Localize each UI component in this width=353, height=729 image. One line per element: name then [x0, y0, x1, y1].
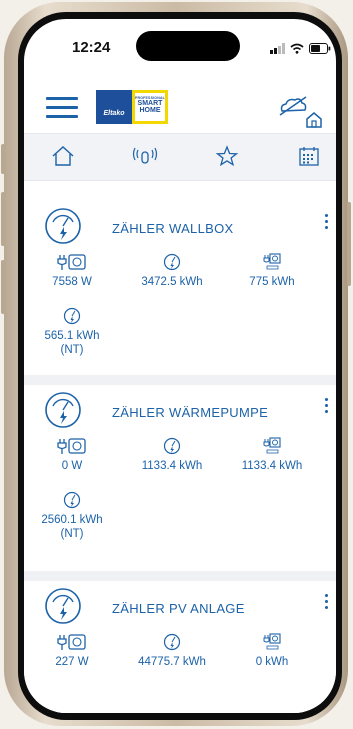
mute-switch	[1, 144, 5, 174]
meter-box-icon	[263, 253, 281, 270]
metric-energy-nt: 2560.1 kWh (NT)	[32, 491, 112, 541]
meter-box-icon	[263, 437, 281, 454]
metric-value: 0 W	[61, 460, 83, 472]
card-title: ZÄHLER WÄRMEPUMPE	[112, 405, 269, 420]
more-options-button[interactable]	[324, 594, 330, 614]
signal-icon	[270, 41, 286, 59]
plug-meter-icon	[57, 254, 86, 270]
more-options-button[interactable]	[324, 398, 330, 418]
more-options-button[interactable]	[324, 214, 330, 234]
status-time: 12:24	[72, 39, 111, 56]
smart-home-logo: PROFESSIONAL SMART HOME	[132, 90, 168, 124]
cloud-offline-icon[interactable]	[276, 93, 326, 129]
metric-energy: 44775.7 kWh	[132, 633, 212, 669]
card-separator	[24, 375, 336, 385]
tab-favorites[interactable]	[214, 144, 240, 168]
metric-energy: 3472.5 kWh	[132, 253, 212, 289]
electric-meter-icon	[45, 588, 81, 624]
app-header: Eltako PROFESSIONAL SMART HOME	[24, 67, 336, 133]
metric-meter: 1133.4 kWh	[232, 437, 312, 473]
plug-meter-icon	[57, 634, 86, 650]
power-button	[347, 202, 351, 286]
battery-icon	[308, 41, 331, 59]
home-icon	[52, 146, 74, 166]
metric-value: 227 W	[55, 656, 89, 668]
logo-line-smart: SMART	[137, 100, 163, 107]
calendar-icon	[299, 147, 319, 166]
metric-value: 2560.1 kWh (NT)	[41, 514, 103, 540]
header-icons	[276, 93, 326, 129]
home-small-icon	[306, 112, 322, 128]
metric-energy-nt: 565.1 kWh (NT)	[32, 307, 112, 357]
tab-calendar[interactable]	[296, 144, 322, 168]
tab-bar	[24, 133, 336, 181]
meter-box-icon	[263, 633, 281, 650]
gauge-icon	[163, 253, 181, 271]
dynamic-island	[136, 31, 240, 61]
gauge-icon	[163, 437, 181, 455]
volume-up-button	[1, 192, 5, 246]
metric-value: 1133.4 kWh	[241, 460, 303, 472]
meter-card-wallbox[interactable]: ZÄHLER WALLBOX 7558 W 3472.5 kWh 775 kWh…	[24, 181, 336, 365]
metric-value: 565.1 kWh (NT)	[44, 330, 100, 356]
metric-value: 44775.7 kWh	[138, 656, 206, 668]
volume-down-button	[1, 260, 5, 314]
gauge-icon	[63, 491, 81, 509]
tab-home[interactable]	[50, 144, 76, 168]
meter-card-pv[interactable]: ZÄHLER PV ANLAGE 227 W 44775.7 kWh 0 kWh	[24, 581, 336, 713]
card-title: ZÄHLER WALLBOX	[112, 221, 234, 236]
status-icons	[270, 41, 331, 54]
menu-button[interactable]	[46, 97, 78, 119]
wifi-icon	[290, 41, 305, 59]
meter-card-heatpump[interactable]: ZÄHLER WÄRMEPUMPE 0 W 1133.4 kWh 1133.4 …	[24, 385, 336, 571]
eltako-logo: Eltako	[96, 90, 132, 124]
metric-value: 3472.5 kWh	[141, 276, 203, 288]
electric-meter-icon	[45, 392, 81, 428]
gauge-icon	[163, 633, 181, 651]
plug-meter-icon	[57, 438, 86, 454]
metric-energy: 1133.4 kWh	[132, 437, 212, 473]
metric-power: 0 W	[32, 437, 112, 473]
metric-power: 7558 W	[32, 253, 112, 289]
metric-value: 775 kWh	[249, 276, 295, 288]
metric-value: 1133.4 kWh	[141, 460, 203, 472]
card-separator	[24, 571, 336, 581]
metric-value: 7558 W	[52, 276, 92, 288]
app-screen: 12:24 Eltako PROFESSIONAL SMART HOME ZÄH…	[24, 19, 336, 713]
gauge-icon	[63, 307, 81, 325]
card-title: ZÄHLER PV ANLAGE	[112, 601, 245, 616]
metric-power: 227 W	[32, 633, 112, 669]
tab-sensors[interactable]	[132, 144, 158, 168]
star-icon	[215, 145, 239, 167]
electric-meter-icon	[45, 208, 81, 244]
metric-value: 0 kWh	[255, 656, 289, 668]
logo-line-home: HOME	[139, 107, 161, 114]
status-bar: 12:24	[24, 19, 336, 69]
logo-brand: Eltako	[103, 110, 125, 117]
metric-meter: 775 kWh	[232, 253, 312, 289]
sensor-icon	[132, 147, 158, 164]
metric-meter: 0 kWh	[232, 633, 312, 669]
